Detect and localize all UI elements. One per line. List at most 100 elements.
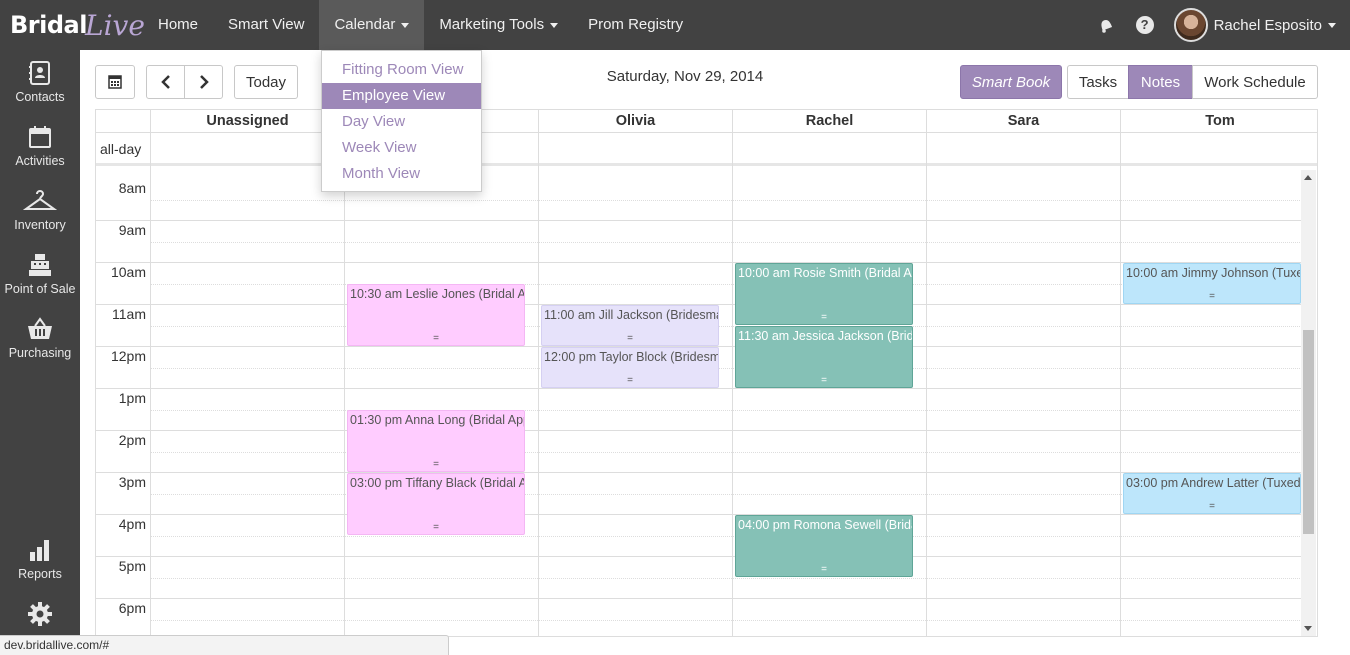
calendar-dropdown-menu: Fitting Room View Employee View Day View We…	[321, 50, 482, 192]
scroll-up-icon[interactable]	[1304, 175, 1312, 180]
notification-bell-icon[interactable]	[1096, 15, 1116, 35]
time-label-12pm: 12pm	[110, 348, 146, 364]
nav-marketing-tools[interactable]: Marketing Tools	[424, 0, 573, 50]
event-label: 10:00 am Rosie Smith (Bridal Appointment…	[738, 266, 912, 280]
calendar-event[interactable]: 04:00 pm Romona Sewell (Bridal Appointme…	[735, 515, 913, 577]
half-hour-line	[150, 368, 1302, 369]
calendar-picker-button[interactable]	[95, 65, 135, 99]
hour-line	[96, 514, 1302, 515]
resize-handle-icon[interactable]: =	[348, 334, 524, 344]
sidebar-item-contacts[interactable]: Contacts	[0, 60, 80, 104]
sidebar-label-reports: Reports	[18, 567, 62, 581]
time-label-3pm: 3pm	[118, 474, 146, 490]
notes-button[interactable]: Notes	[1128, 65, 1193, 99]
calendar-grid-icon	[108, 75, 122, 89]
calendar-event[interactable]: 10:00 am Rosie Smith (Bridal Appointment…	[735, 263, 913, 325]
resize-handle-icon[interactable]: =	[542, 334, 718, 344]
event-label: 12:00 pm Taylor Block (Bridesmaid Appoin…	[544, 350, 719, 364]
resize-handle-icon[interactable]: =	[542, 376, 718, 386]
help-icon[interactable]: ?	[1135, 16, 1154, 34]
all-day-label: all-day	[100, 141, 142, 157]
prev-button[interactable]	[146, 65, 185, 99]
scroll-down-icon[interactable]	[1304, 626, 1312, 631]
user-area: ? Rachel Esposito	[1096, 0, 1336, 50]
time-label-9am: 9am	[118, 222, 146, 238]
time-label-8am: 8am	[118, 180, 146, 196]
caret-down-icon	[550, 22, 559, 28]
sidebar-item-inventory[interactable]: Inventory	[0, 188, 80, 232]
calendar-event[interactable]: 10:30 am Leslie Jones (Bridal Appointmen…	[347, 284, 525, 346]
today-button[interactable]: Today	[234, 65, 298, 99]
scrollbar-thumb[interactable]	[1303, 330, 1314, 534]
half-hour-line	[150, 536, 1302, 537]
work-schedule-button[interactable]: Work Schedule	[1192, 65, 1318, 99]
nav-marketing-label: Marketing Tools	[439, 16, 545, 33]
hour-line	[96, 220, 1302, 221]
hour-line	[96, 388, 1302, 389]
sidebar-item-point-of-sale[interactable]: Point of Sale	[0, 252, 80, 296]
column-header-rachel: Rachel	[732, 110, 926, 132]
half-hour-line	[150, 620, 1302, 621]
calendar-event[interactable]: 11:00 am Jill Jackson (Bridesmaid Appoin…	[541, 305, 719, 346]
resize-handle-icon[interactable]: =	[736, 376, 912, 386]
next-button[interactable]	[184, 65, 223, 99]
column-header-olivia: Olivia	[538, 110, 732, 132]
time-label-11am: 11am	[112, 306, 146, 322]
hour-line	[96, 472, 1302, 473]
user-name[interactable]: Rachel Esposito	[1214, 17, 1322, 34]
calendar-scrollbar[interactable]	[1301, 170, 1316, 636]
hour-line	[96, 598, 1302, 599]
sidebar-label-purchasing: Purchasing	[8, 346, 72, 360]
all-day-row: all-day	[96, 132, 1317, 166]
hour-line	[96, 430, 1302, 431]
sidebar-item-purchasing[interactable]: Purchasing	[0, 316, 80, 360]
calendar-icon	[29, 126, 51, 148]
resize-handle-icon[interactable]: =	[348, 460, 524, 470]
half-hour-line	[150, 410, 1302, 411]
caret-down-icon	[401, 22, 410, 28]
tasks-button[interactable]: Tasks	[1067, 65, 1129, 99]
sidebar-label-contacts: Contacts	[15, 90, 65, 104]
smart-book-button[interactable]: Smart Book	[960, 65, 1062, 99]
logo-part2: Live	[84, 8, 145, 42]
calendar-event[interactable]: 03:00 pm Tiffany Black (Bridal Appointme…	[347, 473, 525, 535]
nav-home[interactable]: Home	[143, 0, 213, 50]
half-hour-line	[150, 242, 1302, 243]
nav-prom-registry[interactable]: Prom Registry	[573, 0, 698, 50]
basket-icon	[28, 317, 52, 339]
event-label: 11:30 am Jessica Jackson (Bridal Appoint…	[738, 329, 913, 343]
sidebar-item-activities[interactable]: Activities	[0, 124, 80, 168]
calendar-event[interactable]: 11:30 am Jessica Jackson (Bridal Appoint…	[735, 326, 913, 388]
sidebar-item-reports[interactable]: Reports	[0, 537, 80, 581]
calendar-event[interactable]: 10:00 am Jimmy Johnson (Tuxedo Appointme…	[1123, 263, 1301, 304]
avatar[interactable]	[1173, 8, 1208, 42]
employee-calendar: all-day UnassignedLindseyOliviaRachelSar…	[95, 109, 1318, 637]
half-hour-line	[150, 578, 1302, 579]
hour-line	[96, 556, 1302, 557]
resize-handle-icon[interactable]: =	[736, 313, 912, 323]
calendar-event[interactable]: 03:00 pm Andrew Latter (Tuxedo Appointme…	[1123, 473, 1301, 514]
main-nav: Home Smart View Calendar Marketing Tools…	[143, 0, 698, 50]
menu-item-week-view[interactable]: Week View	[322, 135, 481, 161]
column-header-tom: Tom	[1120, 110, 1317, 132]
menu-item-month-view[interactable]: Month View	[322, 161, 481, 187]
resize-handle-icon[interactable]: =	[348, 523, 524, 533]
event-label: 10:00 am Jimmy Johnson (Tuxedo Appointme…	[1126, 266, 1300, 280]
resize-handle-icon[interactable]: =	[736, 565, 912, 575]
calendar-event[interactable]: 01:30 pm Anna Long (Bridal Appointment) =	[347, 410, 525, 472]
calendar-event[interactable]: 12:00 pm Taylor Block (Bridesmaid Appoin…	[541, 347, 719, 388]
contacts-icon	[29, 61, 50, 85]
app-logo[interactable]: Bridal Live	[10, 4, 145, 46]
user-menu-caret-icon[interactable]	[1328, 22, 1336, 28]
nav-calendar[interactable]: Calendar	[319, 0, 425, 50]
nav-smart-view[interactable]: Smart View	[213, 0, 319, 50]
half-hour-line	[150, 326, 1302, 327]
menu-item-employee-view[interactable]: Employee View	[322, 83, 481, 109]
sidebar-item-settings[interactable]	[0, 600, 80, 632]
column-divider	[732, 132, 733, 636]
column-header-unassigned: Unassigned	[150, 110, 344, 132]
resize-handle-icon[interactable]: =	[1124, 292, 1300, 302]
resize-handle-icon[interactable]: =	[1124, 502, 1300, 512]
menu-item-day-view[interactable]: Day View	[322, 109, 481, 135]
menu-item-fitting-room-view[interactable]: Fitting Room View	[322, 57, 481, 83]
